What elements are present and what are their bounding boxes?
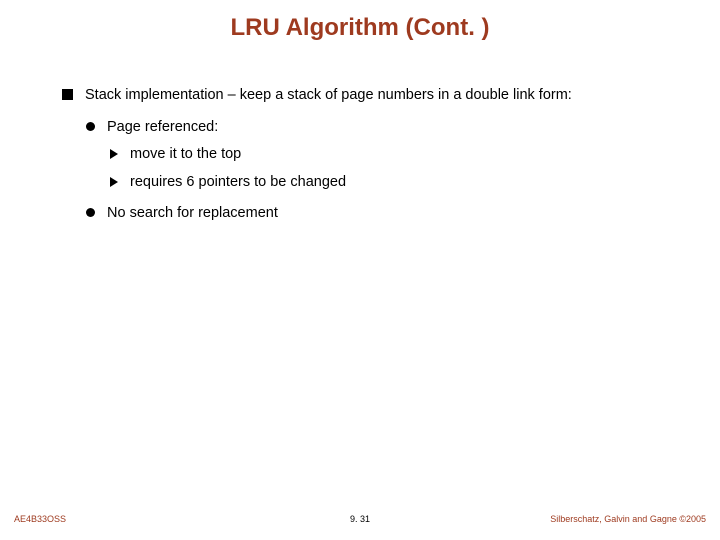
level1-children: Page referenced: move it to the top requ… xyxy=(86,118,680,224)
bullet-text: move it to the top xyxy=(130,145,241,165)
triangle-bullet-icon xyxy=(110,173,120,193)
slide-title: LRU Algorithm (Cont. ) xyxy=(0,0,720,42)
bullet-text: Page referenced: xyxy=(107,118,218,138)
bullet-level3: requires 6 pointers to be changed xyxy=(110,173,680,193)
bullet-text: requires 6 pointers to be changed xyxy=(130,173,346,193)
bullet-level2: No search for replacement xyxy=(86,204,680,224)
triangle-bullet-icon xyxy=(110,145,120,165)
bullet-level1: Stack implementation – keep a stack of p… xyxy=(62,86,680,106)
footer-right: Silberschatz, Galvin and Gagne ©2005 xyxy=(550,514,706,524)
bullet-level2: Page referenced: xyxy=(86,118,680,138)
disc-bullet-icon xyxy=(86,208,95,217)
slide: LRU Algorithm (Cont. ) Stack implementat… xyxy=(0,0,720,540)
bullet-text: No search for replacement xyxy=(107,204,278,224)
bullet-level3: move it to the top xyxy=(110,145,680,165)
slide-content: Stack implementation – keep a stack of p… xyxy=(62,86,680,232)
bullet-text: Stack implementation – keep a stack of p… xyxy=(85,86,572,106)
disc-bullet-icon xyxy=(86,122,95,131)
square-bullet-icon xyxy=(62,89,73,100)
